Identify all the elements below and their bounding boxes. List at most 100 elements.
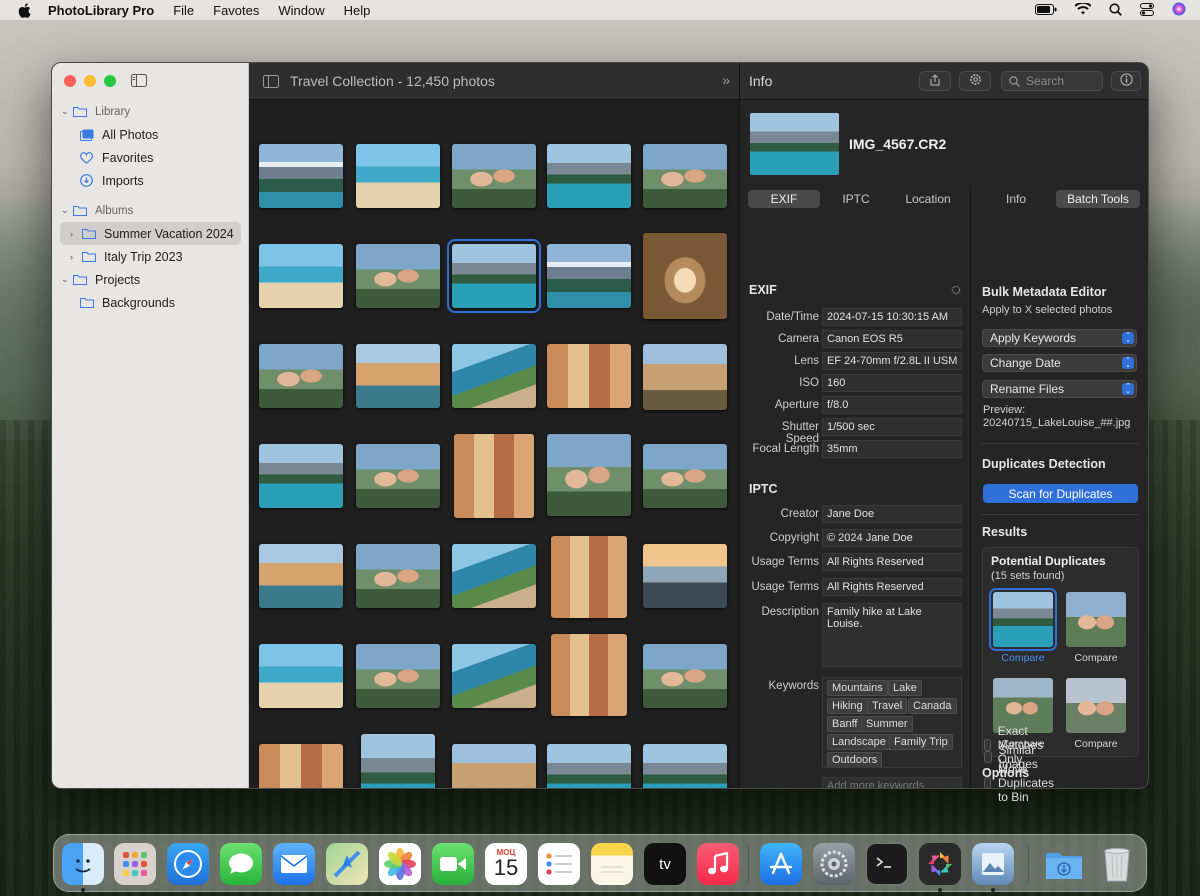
system-settings-icon[interactable] bbox=[813, 843, 855, 885]
launchpad-icon[interactable] bbox=[114, 843, 156, 885]
compare-link[interactable]: Compare bbox=[988, 652, 1058, 664]
keyword-tag[interactable]: Banff bbox=[827, 716, 863, 732]
menu-app-name[interactable]: PhotoLibrary Pro bbox=[48, 3, 154, 18]
photo-thumbnail[interactable] bbox=[452, 644, 536, 708]
trash-icon[interactable] bbox=[1096, 843, 1138, 885]
photo-thumbnail[interactable] bbox=[447, 239, 541, 313]
exif-value-field[interactable]: 2024-07-15 10:30:15 AM bbox=[822, 308, 962, 326]
photo-thumbnail[interactable] bbox=[452, 344, 536, 408]
minimize-window-button[interactable] bbox=[84, 75, 96, 87]
keyword-tag[interactable]: Mountains bbox=[827, 680, 888, 696]
photo-thumbnail[interactable] bbox=[643, 444, 727, 508]
settings-button[interactable] bbox=[959, 71, 991, 91]
double-chevron-right-icon[interactable]: » bbox=[722, 72, 730, 88]
photo-thumbnail[interactable] bbox=[452, 544, 536, 608]
exif-value-field[interactable]: EF 24-70mm f/2.8L II USM bbox=[822, 352, 962, 370]
menu-window[interactable]: Window bbox=[278, 3, 324, 18]
chevron-right-icon[interactable]: › bbox=[70, 252, 80, 262]
chevron-right-icon[interactable]: › bbox=[70, 229, 80, 239]
photo-thumbnail[interactable] bbox=[643, 544, 727, 608]
duplicate-thumbnail[interactable] bbox=[1066, 678, 1126, 733]
photo-thumbnail[interactable] bbox=[356, 244, 440, 308]
tab-info[interactable]: Info bbox=[976, 190, 1056, 208]
close-window-button[interactable] bbox=[64, 75, 76, 87]
keyword-tag[interactable]: Travel bbox=[867, 698, 908, 714]
maps-icon[interactable] bbox=[326, 843, 368, 885]
photo-thumbnail[interactable] bbox=[547, 744, 631, 788]
change-date-popup[interactable]: Change Date ⌃ ⌄ bbox=[982, 354, 1137, 372]
compare-link[interactable]: Compare bbox=[1061, 652, 1131, 664]
duplicate-thumbnail[interactable] bbox=[1066, 592, 1126, 647]
photo-thumbnail[interactable] bbox=[643, 344, 727, 410]
photo-thumbnail[interactable] bbox=[356, 444, 440, 508]
exif-value-field[interactable]: 160 bbox=[822, 374, 962, 392]
keywords-field[interactable]: Mountains Lake Hiking Travel Canada Banff Summ… bbox=[822, 677, 962, 768]
photo-library-pro-icon[interactable] bbox=[919, 843, 961, 885]
notes-icon[interactable] bbox=[591, 843, 633, 885]
music-icon[interactable] bbox=[697, 843, 739, 885]
photo-thumbnail[interactable] bbox=[356, 644, 440, 708]
zoom-window-button[interactable] bbox=[104, 75, 116, 87]
photo-thumbnail[interactable] bbox=[361, 734, 435, 788]
tab-exif[interactable]: EXIF bbox=[748, 190, 820, 208]
photo-thumbnail[interactable] bbox=[259, 144, 343, 208]
sidebar-section-library[interactable]: ⌄ Library bbox=[52, 100, 249, 123]
exif-value-field[interactable]: 1/500 sec bbox=[822, 418, 962, 436]
photo-thumbnail[interactable] bbox=[259, 644, 343, 708]
reminders-icon[interactable] bbox=[538, 843, 580, 885]
photo-thumbnail[interactable] bbox=[547, 144, 631, 208]
photo-thumbnail[interactable] bbox=[259, 444, 343, 508]
chevron-down-icon[interactable]: ⌄ bbox=[61, 205, 71, 216]
photo-thumbnail[interactable] bbox=[547, 344, 631, 408]
iptc-value-field[interactable]: All Rights Reserved bbox=[822, 578, 962, 596]
control-center-icon[interactable] bbox=[1140, 2, 1154, 19]
finder-icon[interactable] bbox=[62, 843, 104, 885]
share-button[interactable] bbox=[919, 71, 951, 91]
search-input[interactable]: Search bbox=[1001, 71, 1103, 91]
menu-file[interactable]: File bbox=[173, 3, 194, 18]
photo-thumbnail[interactable] bbox=[356, 344, 440, 408]
photo-thumbnail[interactable] bbox=[452, 744, 536, 788]
keyword-tag[interactable]: Hiking bbox=[827, 698, 868, 714]
app-store-icon[interactable] bbox=[760, 843, 802, 885]
keyword-tag[interactable]: Outdoors bbox=[827, 752, 883, 767]
wifi-icon[interactable] bbox=[1074, 1, 1092, 18]
checkbox[interactable] bbox=[984, 777, 991, 789]
photo-thumbnail[interactable] bbox=[551, 536, 627, 618]
keyword-tag[interactable]: Canada bbox=[908, 698, 957, 714]
battery-icon[interactable] bbox=[1035, 3, 1057, 18]
exif-value-field[interactable]: f/8.0 bbox=[822, 396, 962, 414]
apple-tv-icon[interactable]: tv bbox=[644, 843, 686, 885]
iptc-value-field[interactable]: All Rights Reserved bbox=[822, 553, 962, 571]
gear-icon[interactable] bbox=[951, 284, 961, 298]
menu-favotes[interactable]: Favotes bbox=[213, 3, 259, 18]
sidebar-toggle-icon[interactable] bbox=[263, 74, 279, 88]
photo-thumbnail[interactable] bbox=[643, 233, 727, 319]
photo-thumbnail[interactable] bbox=[547, 244, 631, 308]
calendar-icon[interactable]: МОЦ 15 bbox=[485, 843, 527, 885]
compare-link[interactable]: Compare bbox=[1061, 738, 1131, 750]
tab-location[interactable]: Location bbox=[892, 190, 964, 208]
preview-app-icon[interactable] bbox=[972, 843, 1014, 885]
description-field[interactable]: Family hike at Lake Louise. bbox=[822, 603, 962, 667]
photo-thumbnail[interactable] bbox=[356, 544, 440, 608]
info-button[interactable] bbox=[1111, 71, 1141, 91]
sidebar-item-italy-trip-2023[interactable]: › Italy Trip 2023 bbox=[52, 245, 249, 268]
photo-thumbnail[interactable] bbox=[259, 244, 343, 308]
keyword-tag[interactable]: Summer bbox=[861, 716, 913, 732]
safari-icon[interactable] bbox=[167, 843, 209, 885]
apply-keywords-popup[interactable]: Apply Keywords ⌃ ⌄ bbox=[982, 329, 1137, 347]
menu-help[interactable]: Help bbox=[344, 3, 371, 18]
chevron-down-icon[interactable]: ⌄ bbox=[61, 106, 71, 117]
keyword-tag[interactable]: Landscape bbox=[827, 734, 891, 750]
siri-icon[interactable] bbox=[1172, 2, 1186, 19]
photo-thumbnail[interactable] bbox=[259, 544, 343, 608]
keyword-tag[interactable]: Lake bbox=[888, 680, 922, 696]
photo-thumbnail[interactable] bbox=[551, 634, 627, 716]
sidebar-item-favorites[interactable]: Favorites bbox=[52, 146, 249, 169]
photo-thumbnail[interactable] bbox=[452, 144, 536, 208]
photo-thumbnail[interactable] bbox=[259, 344, 343, 408]
duplicate-thumbnail[interactable] bbox=[989, 588, 1057, 651]
apple-icon[interactable] bbox=[18, 2, 32, 18]
photos-app-icon[interactable] bbox=[379, 843, 421, 885]
